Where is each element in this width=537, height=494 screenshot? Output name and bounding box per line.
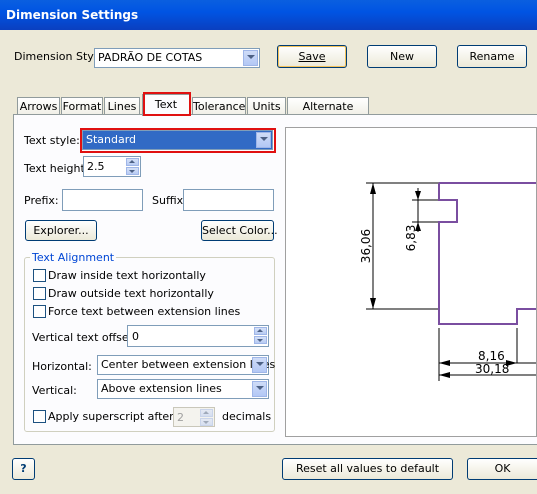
rename-button[interactable]: Rename	[457, 45, 527, 68]
text-style-highlight	[80, 128, 276, 153]
title-bar: Dimension Settings	[0, 0, 537, 30]
prefix-label: Prefix:	[24, 194, 59, 207]
vertical-offset-label: Vertical text offset:	[32, 331, 137, 344]
force-between-label: Force text between extension lines	[48, 305, 241, 318]
text-style-label: Text style:	[24, 134, 80, 147]
tab-text-highlight	[143, 92, 191, 116]
horizontal-label: Horizontal:	[32, 360, 92, 373]
tab-tolerance[interactable]: Tolerance	[192, 97, 246, 115]
tab-alternate-units[interactable]: Alternate Units	[287, 97, 369, 126]
force-between-checkbox[interactable]	[33, 305, 46, 318]
vertical-value: Above extension lines	[101, 382, 222, 395]
dimension-style-value: PADRÃO DE COTAS	[98, 51, 203, 64]
draw-inside-checkbox[interactable]	[33, 269, 46, 282]
preview-dimension-30: 30,18	[475, 362, 509, 376]
superscript-decimals-input[interactable]: 2	[173, 407, 215, 427]
help-button[interactable]: ?	[12, 458, 35, 480]
suffix-label: Suffix:	[152, 194, 187, 207]
dimension-preview-drawing: 36,06 6,83 8,16 30,18	[359, 182, 536, 381]
dimension-style-select[interactable]: PADRÃO DE COTAS	[94, 48, 260, 68]
text-height-label: Text height:	[24, 162, 89, 175]
vertical-offset-spinner[interactable]	[254, 327, 267, 345]
window-title: Dimension Settings	[6, 8, 139, 22]
horizontal-value: Center between extension lines	[101, 358, 276, 371]
preview-dimension-36: 36,06	[359, 229, 373, 263]
text-height-input[interactable]: 2.5	[83, 156, 141, 177]
tab-lines[interactable]: Lines	[104, 97, 140, 115]
preview-dimension-6: 6,83	[404, 225, 418, 252]
vertical-select[interactable]: Above extension lines	[97, 379, 269, 399]
ok-button[interactable]: OK	[467, 458, 537, 480]
preview-pane: 36,06 6,83 8,16 30,18	[285, 127, 537, 437]
draw-outside-checkbox[interactable]	[33, 287, 46, 300]
horizontal-select[interactable]: Center between extension lines	[97, 355, 275, 375]
explorer-button[interactable]: Explorer...	[25, 220, 97, 241]
tab-format[interactable]: Format	[61, 97, 103, 115]
text-height-spinner[interactable]	[126, 158, 139, 176]
tab-arrows[interactable]: Arrows	[17, 97, 60, 115]
draw-inside-label: Draw inside text horizontally	[48, 269, 206, 282]
chevron-down-icon[interactable]	[243, 50, 258, 66]
decimals-label: decimals	[222, 410, 272, 423]
reset-defaults-button[interactable]: Reset all values to default	[282, 458, 453, 480]
text-alignment-title: Text Alignment	[30, 251, 117, 264]
superscript-label: Apply superscript after	[48, 410, 174, 423]
vertical-offset-input[interactable]: 0	[127, 325, 269, 347]
new-button[interactable]: New	[367, 45, 437, 68]
chevron-down-icon[interactable]	[252, 381, 267, 397]
superscript-spinner[interactable]	[200, 409, 213, 426]
select-color-button[interactable]: Select Color...	[201, 220, 278, 241]
save-button[interactable]: Save	[277, 45, 347, 68]
superscript-checkbox[interactable]	[33, 410, 46, 423]
tab-units[interactable]: Units	[247, 97, 286, 115]
chevron-down-icon[interactable]	[252, 357, 267, 373]
suffix-input[interactable]	[183, 189, 274, 211]
vertical-label: Vertical:	[32, 384, 77, 397]
draw-outside-label: Draw outside text horizontally	[48, 287, 214, 300]
prefix-input[interactable]	[62, 189, 143, 211]
preview-dimension-8: 8,16	[478, 349, 505, 363]
